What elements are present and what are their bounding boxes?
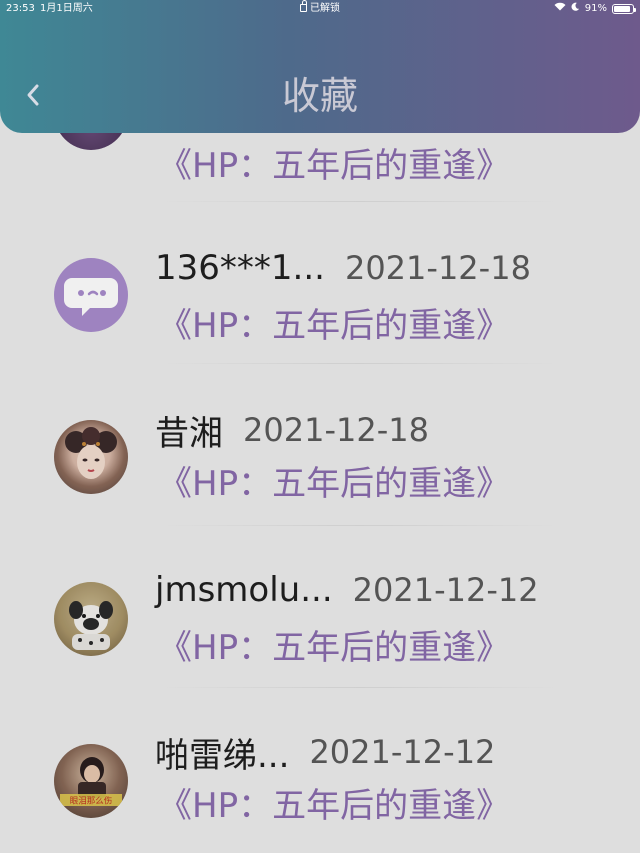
name-line: jmsmolu... 2021-12-12 — [155, 568, 539, 612]
date: 2021-12-18 — [243, 411, 429, 449]
battery-icon — [612, 4, 636, 14]
chat-bubble-icon — [64, 278, 118, 316]
battery-percent: 91% — [584, 3, 607, 14]
avatar-caption: 眼泪那么伤 — [70, 796, 113, 807]
book-title[interactable]: 《HP：五年后的重逢》 — [158, 626, 510, 670]
list-item[interactable]: 昔湘 2021-12-18 《HP：五年后的重逢》 — [0, 364, 640, 526]
username: 136***1... — [155, 248, 325, 288]
photo-caption: 眼泪那么伤 — [60, 757, 122, 807]
nav-header: 23:53 1月1日周六 已解锁 91% 收藏 — [0, 0, 640, 133]
username: 啪雷绨... — [155, 735, 290, 776]
date: 2021-12-12 — [352, 571, 539, 609]
avatar: 眼泪那么伤 — [54, 744, 128, 818]
book-title[interactable]: 《HP：五年后的重逢》 — [158, 304, 510, 348]
avatar — [54, 420, 128, 494]
list-item[interactable]: 136***1... 2021-12-18 《HP：五年后的重逢》 — [0, 202, 640, 364]
moon-icon — [571, 0, 580, 18]
book-title[interactable]: 《HP：五年后的重逢》 — [158, 462, 510, 506]
list-item[interactable]: jmsmolu... 2021-12-12 《HP：五年后的重逢》 — [0, 526, 640, 688]
list-item[interactable]: 眼泪那么伤 啪雷绨... 2021-12-12 《HP：五年后的重逢》 — [0, 688, 640, 850]
unlock-icon — [300, 0, 307, 12]
book-title[interactable]: 《HP：五年后的重逢》 — [158, 144, 510, 188]
screen: 《HP：五年后的重逢》 136***1... 2021-12-18 《HP：五年… — [0, 0, 640, 853]
page-title: 收藏 — [281, 74, 358, 118]
username: jmsmolu... — [155, 570, 333, 610]
book-title[interactable]: 《HP：五年后的重逢》 — [158, 784, 510, 828]
status-right: 91% — [554, 0, 636, 18]
date: 2021-12-18 — [344, 249, 531, 287]
name-line: 136***1... 2021-12-18 — [155, 246, 531, 290]
name-line: 昔湘 2021-12-18 — [155, 408, 429, 454]
name-line: 啪雷绨... 2021-12-12 — [155, 730, 496, 776]
portrait-girl — [65, 427, 117, 479]
dog-photo — [69, 601, 113, 650]
lock-text: 已解锁 — [310, 3, 340, 14]
status-bar: 23:53 1月1日周六 已解锁 91% — [0, 0, 640, 18]
wifi-icon — [554, 0, 566, 18]
date: 2021-12-12 — [309, 733, 496, 771]
lock-status: 已解锁 — [0, 0, 640, 18]
avatar — [54, 582, 128, 656]
avatar — [54, 258, 128, 332]
username: 昔湘 — [155, 413, 223, 454]
